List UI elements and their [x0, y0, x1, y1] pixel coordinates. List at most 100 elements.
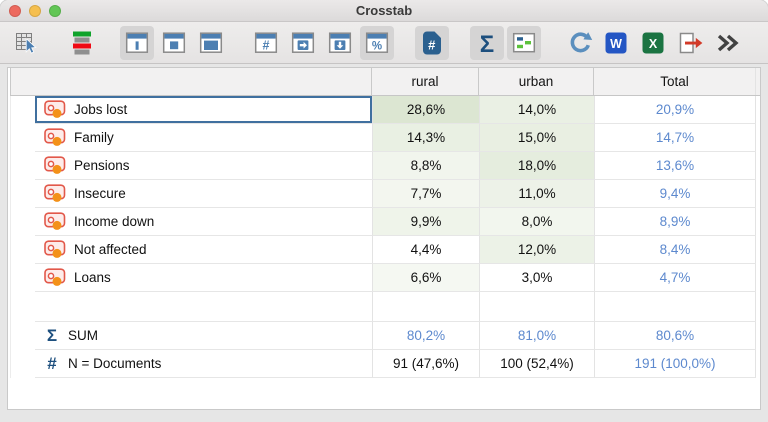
row-gutter [10, 292, 35, 322]
row-gutter [10, 180, 35, 208]
empty-urban-cell [479, 292, 594, 322]
rural-cell[interactable]: 7,7% [372, 180, 479, 208]
table-row[interactable]: Loans 6,6% 3,0% 4,7% [10, 264, 760, 292]
code-margin-button[interactable] [65, 26, 99, 60]
n-label: N = Documents [68, 356, 162, 371]
table-row[interactable]: Insecure 7,7% 11,0% 9,4% [10, 180, 760, 208]
table-row[interactable]: Not affected 4,4% 12,0% 8,4% [10, 236, 760, 264]
row-gutter [10, 152, 35, 180]
total-cell[interactable]: 8,9% [594, 208, 756, 236]
rural-cell[interactable]: 6,6% [372, 264, 479, 292]
window-medium-pane-button[interactable] [157, 26, 191, 60]
total-cell[interactable]: 4,7% [594, 264, 756, 292]
svg-text:%: % [372, 41, 382, 53]
export-button[interactable] [673, 26, 707, 60]
n-documents-row[interactable]: # N = Documents 91 (47,6%) 100 (52,4%) 1… [10, 350, 760, 378]
total-cell[interactable]: 8,4% [594, 236, 756, 264]
window-thin-bar-icon [125, 32, 149, 53]
window-arrow-down-icon [328, 32, 352, 53]
svg-text:#: # [428, 37, 436, 52]
window-percent-button[interactable]: % [360, 25, 394, 60]
window-title: Crosstab [355, 3, 413, 18]
urban-cell[interactable]: 11,0% [479, 180, 594, 208]
code-icon [44, 156, 66, 174]
svg-text:W: W [610, 36, 622, 50]
header-cell-urban[interactable]: urban [479, 68, 594, 95]
sum-row[interactable]: Σ SUM 80,2% 81,0% 80,6% [10, 322, 760, 350]
urban-cell[interactable]: 18,0% [479, 152, 594, 180]
window-hash-icon: # [254, 32, 278, 53]
n-label-cell[interactable]: # N = Documents [35, 350, 372, 378]
rural-cell[interactable]: 14,3% [372, 124, 479, 152]
header-cell-rural[interactable]: rural [372, 68, 479, 95]
table-row[interactable]: Jobs lost 28,6% 14,0% 20,9% [10, 96, 760, 124]
n-rural-cell[interactable]: 91 (47,6%) [372, 350, 479, 378]
urban-cell[interactable]: 15,0% [479, 124, 594, 152]
header-cell-total[interactable]: Total [594, 68, 756, 95]
row-label: Income down [74, 214, 155, 229]
row-label-cell[interactable]: Jobs lost [35, 96, 372, 124]
toolbar-group [120, 25, 228, 60]
excel-export-button[interactable]: X [636, 26, 670, 60]
rural-cell[interactable]: 8,8% [372, 152, 479, 180]
code-icon [44, 184, 66, 202]
refresh-button[interactable] [562, 26, 596, 60]
sigma-button[interactable]: Σ [470, 25, 504, 60]
header-cell-codes[interactable] [10, 68, 372, 95]
table-row[interactable]: Income down 9,9% 8,0% 8,9% [10, 208, 760, 236]
table-select-button[interactable] [10, 26, 44, 60]
window-arrow-right-button[interactable] [286, 26, 320, 60]
svg-text:X: X [649, 36, 658, 50]
row-label-cell[interactable]: Insecure [35, 180, 372, 208]
table-row[interactable]: Family 14,3% 15,0% 14,7% [10, 124, 760, 152]
highlight-values-button[interactable] [507, 25, 541, 60]
titlebar[interactable]: Crosstab [0, 0, 768, 22]
word-export-button[interactable]: W [599, 26, 633, 60]
crosstab-window: Crosstab #% # Σ W X rural urban Total Jobs l… [0, 0, 768, 422]
total-cell[interactable]: 9,4% [594, 180, 756, 208]
crosstab-table: rural urban Total Jobs lost 28,6% 14,0% … [7, 67, 761, 410]
row-gutter [10, 350, 35, 378]
window-arrow-down-button[interactable] [323, 26, 357, 60]
chevron-double-right-button[interactable] [710, 26, 744, 60]
empty-rural-cell [372, 292, 479, 322]
urban-cell[interactable]: 14,0% [479, 96, 594, 124]
window-arrow-right-icon [291, 32, 315, 53]
row-label-cell[interactable]: Family [35, 124, 372, 152]
total-cell[interactable]: 20,9% [594, 96, 756, 124]
urban-cell[interactable]: 3,0% [479, 264, 594, 292]
toolbar-group: Σ [470, 25, 541, 60]
sum-rural-cell[interactable]: 80,2% [372, 322, 479, 350]
urban-cell[interactable]: 12,0% [479, 236, 594, 264]
sum-urban-cell[interactable]: 81,0% [479, 322, 594, 350]
empty-row [10, 292, 760, 322]
svg-text:#: # [263, 39, 270, 53]
table-body: Jobs lost 28,6% 14,0% 20,9% Family 14,3%… [8, 96, 760, 292]
urban-cell[interactable]: 8,0% [479, 208, 594, 236]
total-cell[interactable]: 14,7% [594, 124, 756, 152]
total-cell[interactable]: 13,6% [594, 152, 756, 180]
row-label-cell[interactable]: Not affected [35, 236, 372, 264]
excel-export-icon: X [642, 32, 664, 53]
window-hash-button[interactable]: # [249, 26, 283, 60]
n-urban-cell[interactable]: 100 (52,4%) [479, 350, 594, 378]
toolbar-group: WX [562, 26, 744, 60]
row-label-cell[interactable]: Income down [35, 208, 372, 236]
code-icon [44, 268, 66, 286]
window-thin-bar-button[interactable] [120, 25, 154, 60]
window-large-pane-button[interactable] [194, 26, 228, 60]
window-large-pane-icon [199, 32, 223, 53]
sum-label-cell[interactable]: Σ SUM [35, 322, 372, 350]
row-label-cell[interactable]: Pensions [35, 152, 372, 180]
highlight-values-icon [512, 32, 536, 53]
table-row[interactable]: Pensions 8,8% 18,0% 13,6% [10, 152, 760, 180]
rural-cell[interactable]: 4,4% [372, 236, 479, 264]
badge-hash-button[interactable]: # [415, 25, 449, 60]
row-label: Not affected [74, 242, 147, 257]
sum-total-cell[interactable]: 80,6% [594, 322, 756, 350]
sigma-icon: Σ [46, 326, 58, 345]
rural-cell[interactable]: 28,6% [372, 96, 479, 124]
row-label-cell[interactable]: Loans [35, 264, 372, 292]
n-total-cell[interactable]: 191 (100,0%) [594, 350, 756, 378]
rural-cell[interactable]: 9,9% [372, 208, 479, 236]
